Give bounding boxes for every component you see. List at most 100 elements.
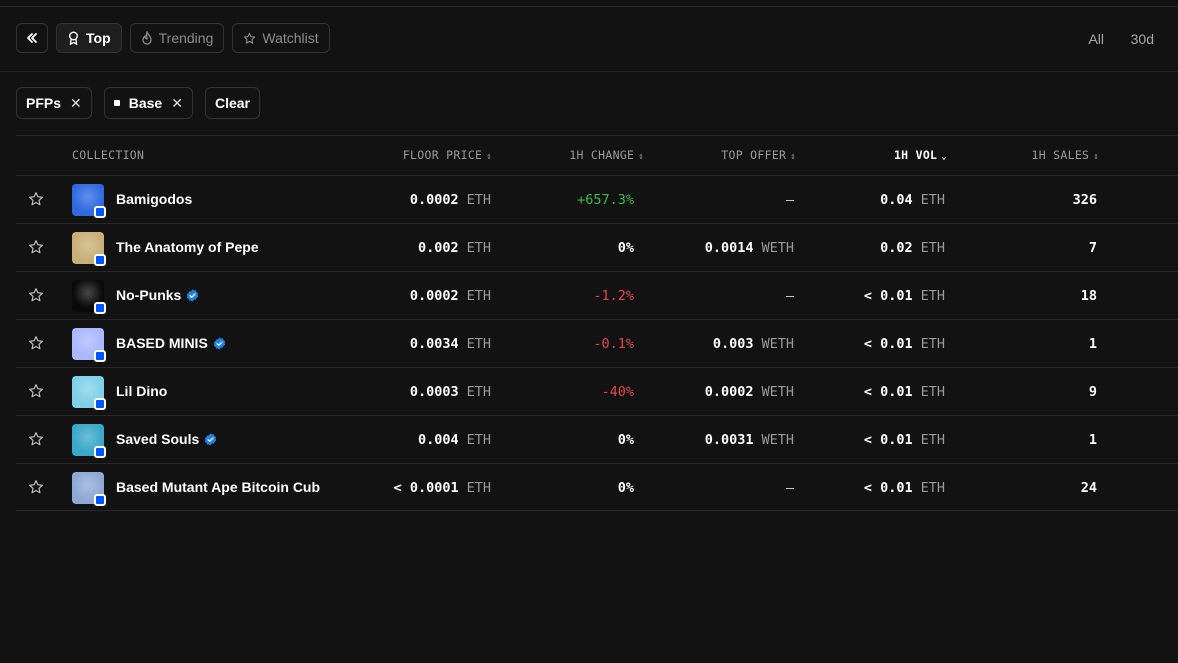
table-row[interactable]: BASED MINIS 0.0034 ETH -0.1% 0.003 WETH < 0.01…: [16, 319, 1178, 367]
offer-unit: WETH: [761, 432, 794, 448]
header-1h-change[interactable]: 1H CHANGE ⇕: [569, 148, 644, 162]
double-chevron-left-icon: [27, 33, 37, 43]
collection-name[interactable]: The Anatomy of Pepe: [116, 239, 259, 255]
vol-value: < 0.01: [863, 288, 913, 304]
table-row[interactable]: Saved Souls 0.004 ETH 0% 0.0031 WETH < 0.01 ETH…: [16, 415, 1178, 463]
clear-label: Clear: [214, 95, 250, 111]
chip-label: PFPs: [26, 95, 62, 111]
header-label: 1H SALES: [1031, 148, 1090, 162]
floor-price: 0.002 ETH: [418, 240, 491, 256]
vol-value: < 0.01: [863, 480, 913, 496]
star-icon[interactable]: [28, 335, 44, 351]
verified-badge-icon: [186, 288, 199, 302]
sales-count: 326: [1072, 192, 1097, 208]
header-label: TOP OFFER: [721, 148, 787, 162]
star-icon[interactable]: [28, 191, 44, 207]
sales-count: 1: [1088, 336, 1097, 352]
floor-unit: ETH: [466, 336, 491, 352]
header-1h-vol[interactable]: 1H VOL ⌄: [894, 148, 947, 162]
header-label: 1H CHANGE: [569, 148, 635, 162]
vol-unit: ETH: [920, 240, 945, 256]
header-label: FLOOR PRICE: [402, 148, 483, 162]
close-icon[interactable]: ✕: [70, 95, 82, 112]
collection-name[interactable]: No-Punks: [116, 287, 199, 303]
collection-name-text: Based Mutant Ape Bitcoin Cub: [116, 479, 321, 495]
collection-name-text: Saved Souls: [116, 431, 200, 447]
floor-value: 0.0034: [409, 336, 459, 352]
floor-unit: ETH: [466, 432, 491, 448]
volume: < 0.01 ETH: [864, 336, 945, 352]
floor-unit: ETH: [466, 240, 491, 256]
collection-name[interactable]: BASED MINIS: [116, 335, 226, 351]
filter-chip-base[interactable]: Base ✕: [103, 87, 193, 119]
collection-name[interactable]: Lil Dino: [116, 383, 167, 399]
sales-count: 9: [1088, 384, 1097, 400]
medal-icon: [69, 31, 78, 45]
floor-price: 0.0002 ETH: [410, 288, 491, 304]
top-offer: 0.003 WETH: [713, 336, 794, 352]
vol-value: < 0.01: [863, 432, 913, 448]
offer-value: —: [785, 288, 794, 304]
star-icon[interactable]: [28, 287, 44, 303]
table-row[interactable]: Based Mutant Ape Bitcoin Cub < 0.0001 ETH 0…: [16, 463, 1178, 511]
floor-price: < 0.0001 ETH: [394, 480, 491, 496]
collapse-button[interactable]: [16, 23, 48, 53]
change-value: -0.1%: [593, 336, 634, 352]
active-filters: PFPs ✕ Base ✕ Clear: [16, 87, 260, 119]
top-offer: —: [786, 480, 794, 496]
top-offer: 0.0002 WETH: [705, 384, 794, 400]
top-divider: [0, 6, 1178, 7]
header-label: COLLECTION: [72, 148, 145, 162]
star-icon[interactable]: [28, 383, 44, 399]
offer-unit: WETH: [761, 336, 794, 352]
star-icon[interactable]: [28, 239, 44, 255]
star-icon[interactable]: [28, 479, 44, 495]
header-1h-sales[interactable]: 1H SALES ⇕: [1031, 148, 1099, 162]
sales-count: 7: [1088, 240, 1097, 256]
collections-table: Bamigodos 0.0002 ETH +657.3% — 0.04 ETH 326 The …: [16, 175, 1178, 511]
table-row[interactable]: The Anatomy of Pepe 0.002 ETH 0% 0.0014 WETH 0…: [16, 223, 1178, 271]
base-chain-icon: [94, 254, 106, 266]
table-row[interactable]: Bamigodos 0.0002 ETH +657.3% — 0.04 ETH 326: [16, 175, 1178, 223]
floor-price: 0.0002 ETH: [410, 192, 491, 208]
floor-value: 0.0003: [409, 384, 459, 400]
floor-unit: ETH: [466, 480, 491, 496]
table-row[interactable]: No-Punks 0.0002 ETH -1.2% — < 0.01 ETH 18: [16, 271, 1178, 319]
filters-divider: [16, 135, 1178, 136]
change-value: 0%: [617, 432, 634, 448]
collection-name[interactable]: Based Mutant Ape Bitcoin Cub: [116, 479, 320, 495]
verified-badge-icon: [204, 432, 217, 446]
top-offer: 0.0014 WETH: [705, 240, 794, 256]
floor-price: 0.004 ETH: [418, 432, 491, 448]
floor-unit: ETH: [466, 288, 491, 304]
floor-price: 0.0034 ETH: [410, 336, 491, 352]
star-icon[interactable]: [28, 431, 44, 447]
offer-unit: WETH: [761, 384, 794, 400]
verified-badge-icon: [213, 336, 226, 350]
offer-value: 0.0002: [704, 384, 754, 400]
sales-count: 1: [1088, 432, 1097, 448]
floor-value: 0.002: [417, 240, 459, 256]
volume: < 0.01 ETH: [864, 480, 945, 496]
range-all[interactable]: All: [1088, 31, 1104, 47]
collection-name[interactable]: Bamigodos: [116, 191, 192, 207]
floor-value: 0.0002: [409, 192, 459, 208]
change-value: 0%: [617, 480, 634, 496]
header-floor-price[interactable]: FLOOR PRICE ⇕: [403, 148, 492, 162]
top-offer: —: [786, 288, 794, 304]
filter-chip-pfps[interactable]: PFPs ✕: [16, 87, 92, 119]
clear-filters-button[interactable]: Clear: [204, 87, 260, 119]
tab-watchlist[interactable]: Watchlist: [232, 23, 330, 53]
floor-value: 0.0002: [409, 288, 459, 304]
header-collection: COLLECTION: [72, 148, 144, 162]
collection-name[interactable]: Saved Souls: [116, 431, 217, 447]
sort-icon: ⇕: [1093, 152, 1099, 162]
table-row[interactable]: Lil Dino 0.0003 ETH -40% 0.0002 WETH < 0.01 ETH…: [16, 367, 1178, 415]
range-30d[interactable]: 30d: [1131, 31, 1154, 47]
tab-top[interactable]: Top: [56, 23, 122, 53]
collection-name-text: The Anatomy of Pepe: [116, 239, 259, 255]
floor-unit: ETH: [466, 384, 491, 400]
tab-trending[interactable]: Trending: [129, 23, 225, 53]
header-top-offer[interactable]: TOP OFFER ⇕: [721, 148, 796, 162]
close-icon[interactable]: ✕: [171, 95, 183, 112]
